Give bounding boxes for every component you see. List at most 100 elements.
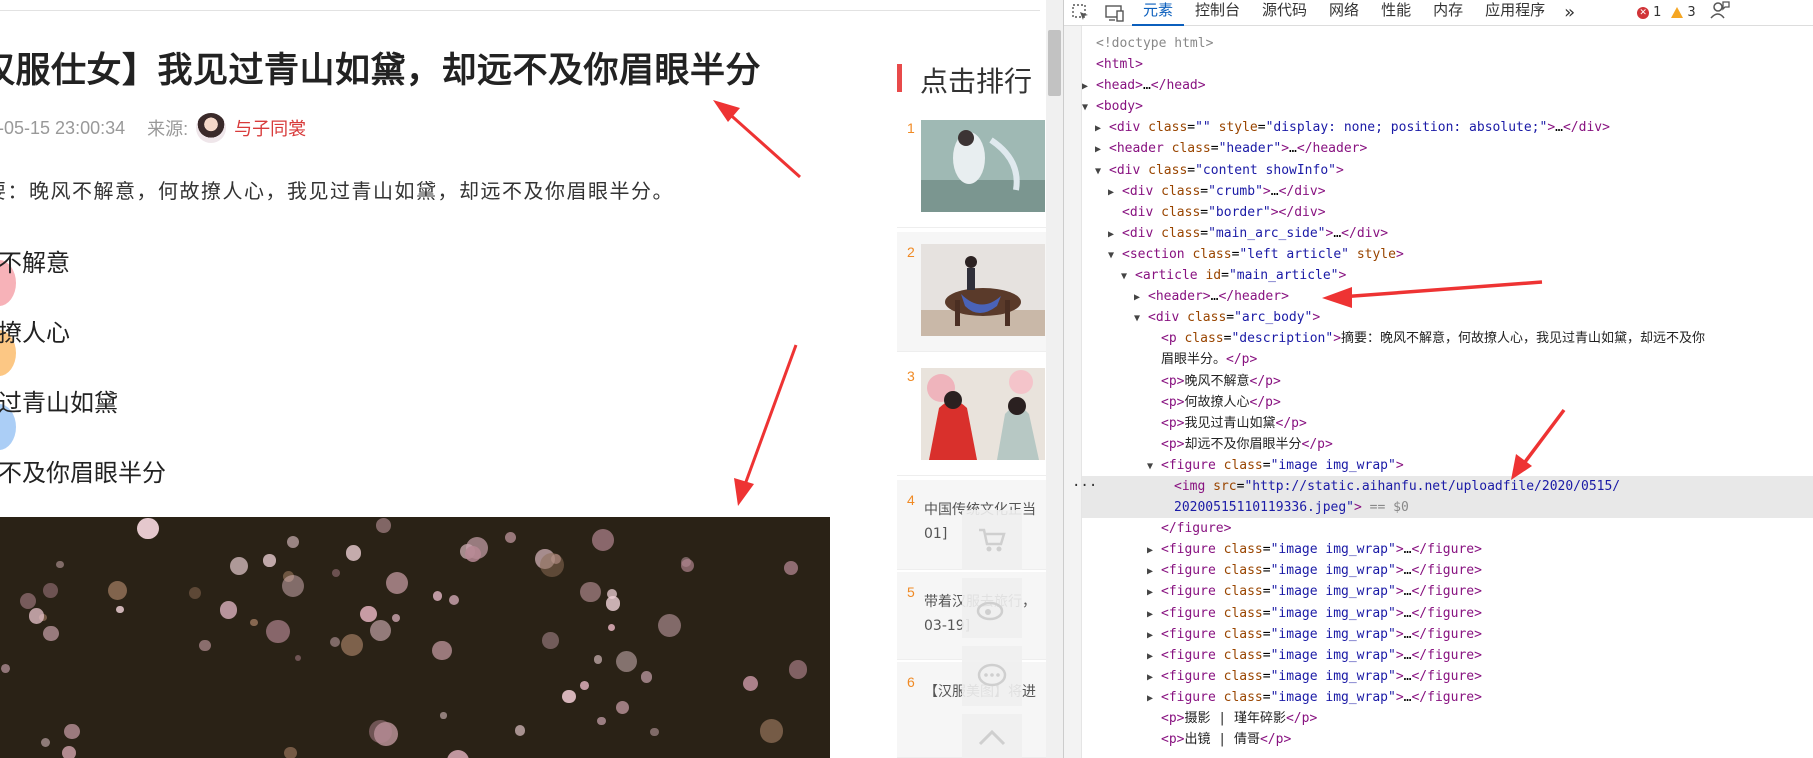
expand-triangle-icon[interactable]: ▶ [1095, 139, 1109, 160]
expand-triangle-icon[interactable]: ▶ [1082, 76, 1096, 97]
tab-sources[interactable]: 源代码 [1251, 0, 1318, 26]
dom-tree: <!doctype html> <html> ▶ <head>…</head> ▼ <bo… [1082, 33, 1813, 758]
feedback-icon[interactable] [1710, 0, 1730, 25]
back-to-top-button[interactable] [962, 714, 1022, 758]
dom-node-line[interactable]: <p>晚风不解意</p> [1082, 371, 1813, 392]
dom-node-line[interactable]: ▼ <div class="content showInfo"> [1082, 160, 1813, 181]
dom-node-line[interactable]: ▶ <figure class="image img_wrap">…</figur… [1082, 603, 1813, 624]
blossom-shape [199, 639, 211, 652]
dom-node-line[interactable]: <html> [1082, 54, 1813, 75]
tab-elements[interactable]: 元素 [1132, 0, 1185, 26]
dom-node-line[interactable]: ▼ <body> [1082, 96, 1813, 117]
dom-node-line[interactable]: ▶ <header>…</header> [1082, 286, 1813, 307]
page-scrollbar-thumb[interactable] [1048, 30, 1061, 96]
expand-triangle-icon[interactable]: ▶ [1147, 625, 1161, 646]
collapse-triangle-icon[interactable]: ▼ [1108, 245, 1122, 266]
tab-memory[interactable]: 内存 [1422, 0, 1474, 26]
dom-node-line[interactable]: <p>何故撩人心</p> [1082, 392, 1813, 413]
node-actions-button[interactable]: ··· [1072, 478, 1097, 494]
blossom-shape [230, 557, 249, 576]
dom-node-line[interactable]: ▶ <figure class="image img_wrap">…</figur… [1082, 645, 1813, 666]
ranking-thumbnail[interactable] [921, 120, 1045, 212]
tab-performance[interactable]: 性能 [1370, 0, 1422, 26]
expand-triangle-icon[interactable]: ▶ [1147, 646, 1161, 667]
blossom-shape [263, 554, 276, 567]
dom-node-line[interactable]: ▶ <figure class="image img_wrap">…</figur… [1082, 539, 1813, 560]
issues-badge[interactable]: ✕ 1 3 [1637, 5, 1696, 20]
ranking-thumbnail[interactable] [921, 244, 1045, 336]
dom-node-line[interactable]: ▼ <article id="main_article"> [1082, 265, 1813, 286]
expand-triangle-icon[interactable]: ▶ [1147, 688, 1161, 709]
ranking-item[interactable]: 3 [897, 356, 1047, 476]
collapse-triangle-icon[interactable]: ▼ [1134, 308, 1148, 329]
more-tabs-button[interactable]: » [1556, 2, 1583, 23]
ranking-item[interactable]: 1 [897, 108, 1047, 228]
expand-triangle-icon[interactable]: ▶ [1147, 667, 1161, 688]
dom-node-markup: <body> [1096, 99, 1143, 115]
dom-node-line[interactable]: <p>出镜 | 倩哥</p> [1082, 729, 1813, 750]
dom-node-line[interactable]: </figure> [1082, 518, 1813, 539]
dom-node-markup: <!doctype html> [1096, 36, 1214, 51]
blossom-shape [593, 655, 603, 664]
dom-node-line[interactable]: ▶ <figure class="image img_wrap">…</figur… [1082, 687, 1813, 708]
dom-node-line[interactable]: 20200515110119336.jpeg"> == $0 [1082, 497, 1813, 519]
tab-network[interactable]: 网络 [1318, 0, 1370, 26]
author-link[interactable]: 与子同裳 [234, 115, 306, 141]
collapse-triangle-icon[interactable]: ▼ [1147, 456, 1161, 477]
dom-node-line[interactable]: ▼ <figure class="image img_wrap"> [1082, 455, 1813, 476]
dom-node-line[interactable]: ▶ <div class="" style="display: none; pos… [1082, 117, 1813, 138]
dom-node-line[interactable]: ▶ <div class="crumb">…</div> [1082, 181, 1813, 202]
dom-node-line[interactable]: 眉眼半分。</p> [1082, 349, 1813, 370]
expand-triangle-icon[interactable]: ▶ [1108, 224, 1122, 245]
blossom-shape [295, 654, 302, 661]
expand-triangle-icon[interactable]: ▶ [1147, 540, 1161, 561]
tab-console[interactable]: 控制台 [1184, 0, 1251, 26]
dom-node-line[interactable]: ▶ <figure class="image img_wrap">…</figur… [1082, 560, 1813, 581]
blossom-shape [608, 624, 616, 632]
dom-node-line[interactable]: <p class="description">摘要：晚风不解意，何故撩人心，我见… [1082, 328, 1813, 349]
dom-node-line[interactable]: <!doctype html> [1082, 33, 1813, 54]
cart-float-button[interactable] [962, 510, 1022, 570]
expand-triangle-icon[interactable]: ▶ [1134, 287, 1148, 308]
author-avatar[interactable] [196, 113, 227, 143]
expand-triangle-icon[interactable]: ▶ [1147, 582, 1161, 603]
dom-node-line[interactable]: <div class="border"></div> [1082, 202, 1813, 223]
expand-triangle-icon[interactable]: ▶ [1095, 118, 1109, 139]
poem-line: 故撩人心 [0, 319, 70, 347]
dom-node-line[interactable]: ▼ <section class="left article" style> [1082, 244, 1813, 265]
collapse-triangle-icon[interactable]: ▼ [1095, 161, 1109, 182]
dom-node-line[interactable]: <p>摄影 | 瑾年碎影</p> [1082, 708, 1813, 729]
dom-node-line[interactable]: <p>却远不及你眉眼半分</p> [1082, 434, 1813, 455]
dom-node-line[interactable]: ▶ <figure class="image img_wrap">…</figur… [1082, 666, 1813, 687]
expand-triangle-icon[interactable]: ▶ [1108, 182, 1122, 203]
dom-node-line[interactable]: <p>我见过青山如黛</p> [1082, 413, 1813, 434]
dom-node-line[interactable]: ▶ <figure class="image img_wrap">…</figur… [1082, 624, 1813, 645]
dom-node-line[interactable]: <img src="http://static.aihanfu.net/uplo… [1082, 475, 1813, 498]
collapse-triangle-icon[interactable]: ▼ [1082, 97, 1096, 118]
dom-node-line[interactable]: ▼ <div class="arc_body"> [1082, 307, 1813, 328]
dom-node-markup: <p>出镜 | 倩哥</p> [1161, 732, 1292, 748]
weibo-float-button[interactable] [962, 578, 1022, 638]
dom-node-line[interactable]: ▶ <div class="main_arc_side">…</div> [1082, 223, 1813, 244]
ranking-thumbnail[interactable] [921, 368, 1045, 460]
dom-node-line[interactable]: ▶ <head>…</head> [1082, 75, 1813, 96]
expand-triangle-icon[interactable]: ▶ [1147, 604, 1161, 625]
dom-node-line[interactable]: ▶ <figure class="image img_wrap">…</figur… [1082, 581, 1813, 602]
ranking-item[interactable]: 2 [897, 232, 1047, 352]
dom-node-line[interactable]: ▶ <header class="header">…</header> [1082, 138, 1813, 159]
tab-application[interactable]: 应用程序 [1474, 0, 1556, 26]
dom-node-markup: <p>却远不及你眉眼半分</p> [1161, 436, 1333, 452]
device-emulation-icon[interactable] [1098, 0, 1132, 26]
expand-triangle-icon[interactable]: ▶ [1147, 561, 1161, 582]
warning-icon [1671, 7, 1684, 18]
page-scrollbar[interactable] [1046, 0, 1063, 758]
chat-float-button[interactable] [962, 646, 1022, 706]
article-date: 0-05-15 23:00:34 [0, 117, 126, 138]
dom-node-markup: <figure class="image img_wrap"> [1161, 457, 1404, 473]
inspect-element-icon[interactable] [1064, 0, 1098, 26]
blossom-shape [788, 660, 808, 679]
blossom-shape [446, 749, 470, 758]
collapse-triangle-icon[interactable]: ▼ [1121, 266, 1135, 287]
blossom-shape [783, 561, 798, 576]
blossom-shape [287, 535, 300, 549]
